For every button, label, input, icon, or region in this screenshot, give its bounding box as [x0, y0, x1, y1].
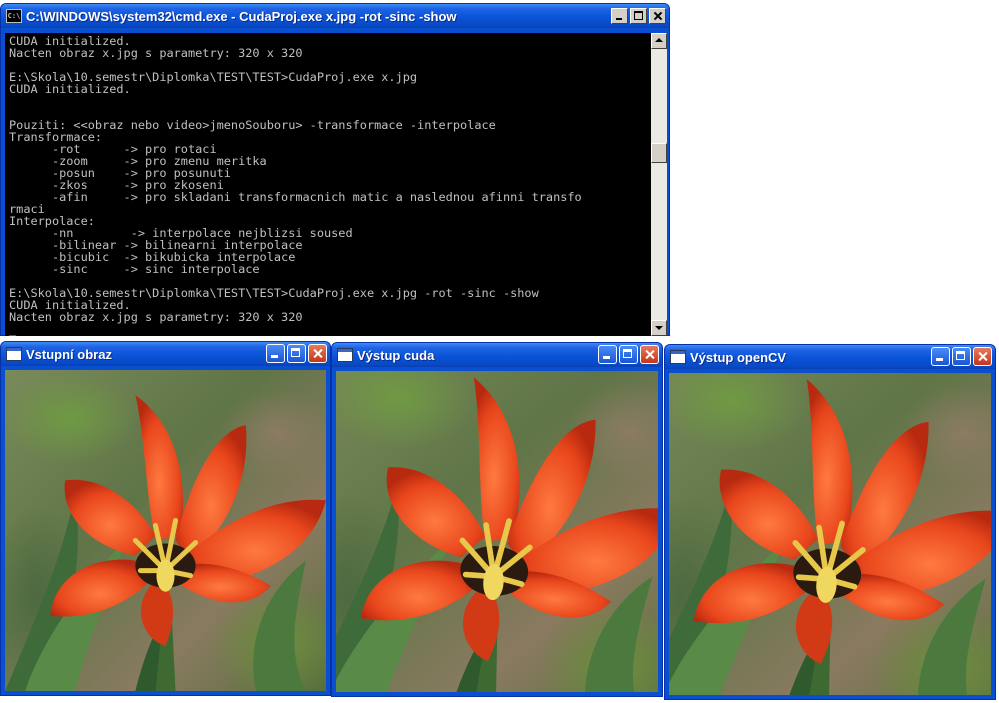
cmd-title: C:\WINDOWS\system32\cmd.exe - CudaProj.e… — [26, 8, 457, 24]
close-icon[interactable] — [308, 344, 327, 363]
cmd-window-controls — [611, 8, 666, 24]
cmd-titlebar[interactable]: C:\ C:\WINDOWS\system32\cmd.exe - CudaPr… — [1, 4, 669, 28]
tulip-photo-rotated — [669, 373, 991, 695]
window-icon[interactable] — [337, 348, 353, 362]
input-image-window: Vstupní obraz — [0, 341, 331, 696]
input-image-title: Vstupní obraz — [26, 346, 112, 362]
input-image-titlebar[interactable]: Vstupní obraz — [1, 342, 330, 366]
minimize-icon[interactable] — [611, 8, 628, 24]
close-icon[interactable] — [640, 345, 659, 364]
input-image — [5, 370, 326, 691]
scroll-up-icon[interactable] — [651, 33, 667, 49]
cuda-output-image — [336, 371, 658, 692]
console-scrollbar[interactable] — [651, 33, 667, 336]
cuda-output-title: Výstup cuda — [357, 347, 435, 363]
maximize-icon[interactable] — [287, 344, 306, 363]
console-output[interactable]: CUDA initialized. Nacten obraz x.jpg s p… — [5, 33, 651, 336]
cuda-output-window: Výstup cuda — [331, 342, 663, 697]
minimize-icon[interactable] — [266, 344, 285, 363]
scroll-thumb[interactable] — [651, 143, 667, 163]
tulip-photo-rotated — [336, 371, 658, 692]
close-icon[interactable] — [973, 347, 992, 366]
close-icon[interactable] — [649, 8, 666, 24]
window-icon[interactable] — [6, 347, 22, 361]
window-controls — [266, 344, 327, 363]
console-text: CUDA initialized. Nacten obraz x.jpg s p… — [9, 34, 582, 336]
tulip-photo — [5, 370, 326, 691]
window-controls — [598, 345, 659, 364]
window-icon[interactable] — [670, 350, 686, 364]
maximize-icon[interactable] — [630, 8, 647, 24]
opencv-output-title: Výstup openCV — [690, 349, 787, 365]
maximize-icon[interactable] — [952, 347, 971, 366]
cmd-icon[interactable]: C:\ — [6, 9, 22, 23]
maximize-icon[interactable] — [619, 345, 638, 364]
cuda-output-titlebar[interactable]: Výstup cuda — [332, 343, 662, 367]
opencv-output-titlebar[interactable]: Výstup openCV — [665, 345, 995, 369]
opencv-output-image — [669, 373, 991, 695]
cmd-window: C:\ C:\WINDOWS\system32\cmd.exe - CudaPr… — [0, 3, 670, 336]
window-controls — [931, 347, 992, 366]
minimize-icon[interactable] — [931, 347, 950, 366]
minimize-icon[interactable] — [598, 345, 617, 364]
opencv-output-window: Výstup openCV — [664, 344, 996, 700]
scroll-down-icon[interactable] — [651, 320, 667, 336]
